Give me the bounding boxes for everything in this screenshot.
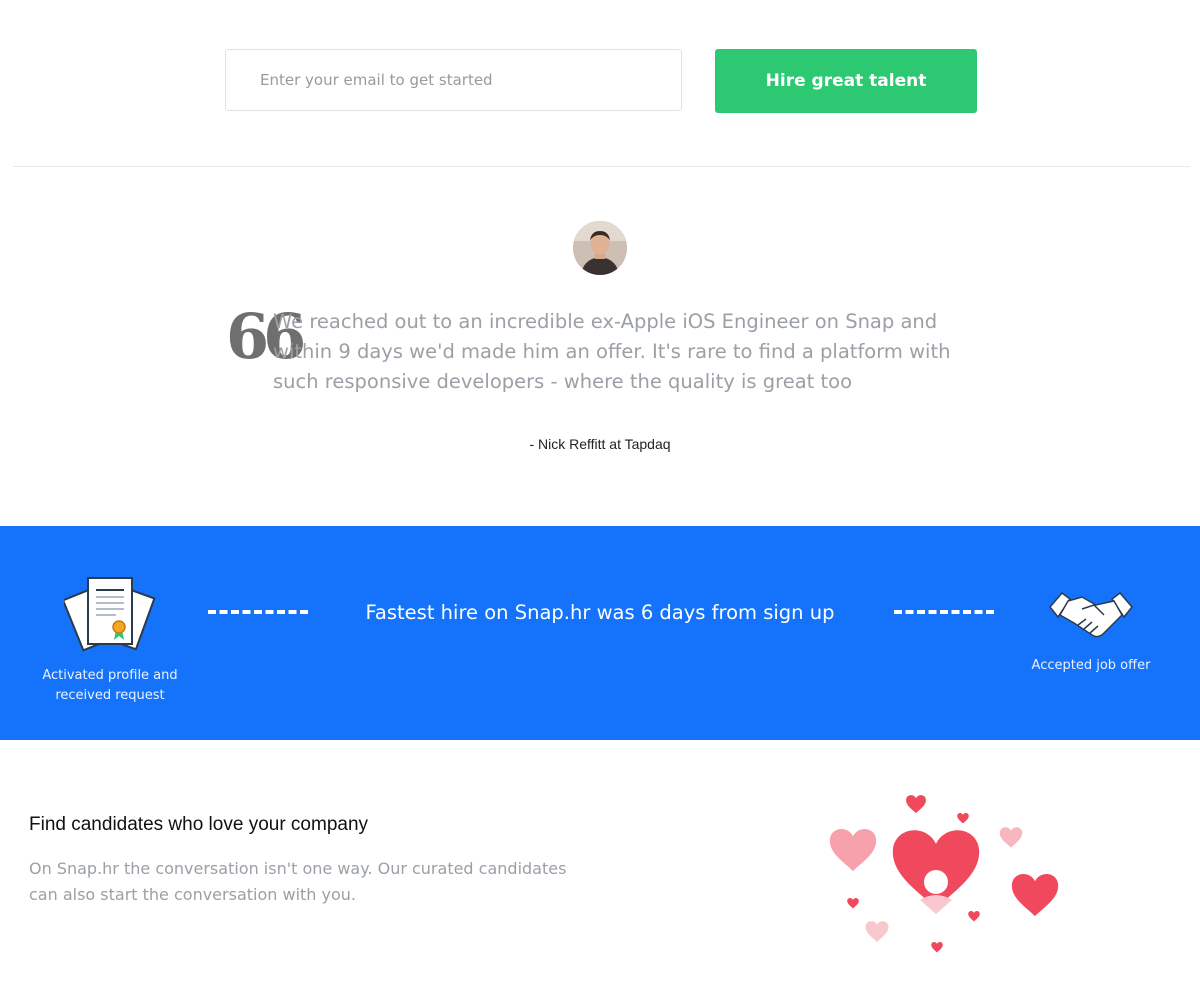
certificate-icon xyxy=(64,577,156,652)
testimonial-avatar xyxy=(573,221,627,275)
fastest-hire-headline: Fastest hire on Snap.hr was 6 days from … xyxy=(365,601,835,624)
feature-description: On Snap.hr the conversation isn't one wa… xyxy=(29,859,567,904)
accepted-offer-caption: Accepted job offer xyxy=(1031,658,1151,673)
testimonial-section: 66 We reached out to an incredible ex-Ap… xyxy=(0,168,1200,526)
email-input[interactable] xyxy=(225,49,682,111)
love-your-company-section: Find candidates who love your company On… xyxy=(0,740,1200,996)
testimonial-author: - Nick Reffitt at Tapdaq xyxy=(529,436,671,452)
avatar-portrait-icon xyxy=(573,221,627,275)
activated-profile-caption: Activated profile and received request xyxy=(42,668,178,703)
timeline-dash-right xyxy=(894,610,994,614)
testimonial-quote: We reached out to an incredible ex-Apple… xyxy=(273,310,951,393)
section-divider xyxy=(13,166,1190,167)
handshake-icon xyxy=(1049,591,1133,638)
feature-title: Find candidates who love your company xyxy=(29,814,369,835)
signup-section: Hire great talent xyxy=(0,0,1200,168)
hearts-illustration xyxy=(829,795,1059,953)
hire-great-talent-button[interactable]: Hire great talent xyxy=(715,49,977,113)
timeline-dash-left xyxy=(208,610,308,614)
hire-speed-band: Activated profile and received request F… xyxy=(0,526,1200,740)
